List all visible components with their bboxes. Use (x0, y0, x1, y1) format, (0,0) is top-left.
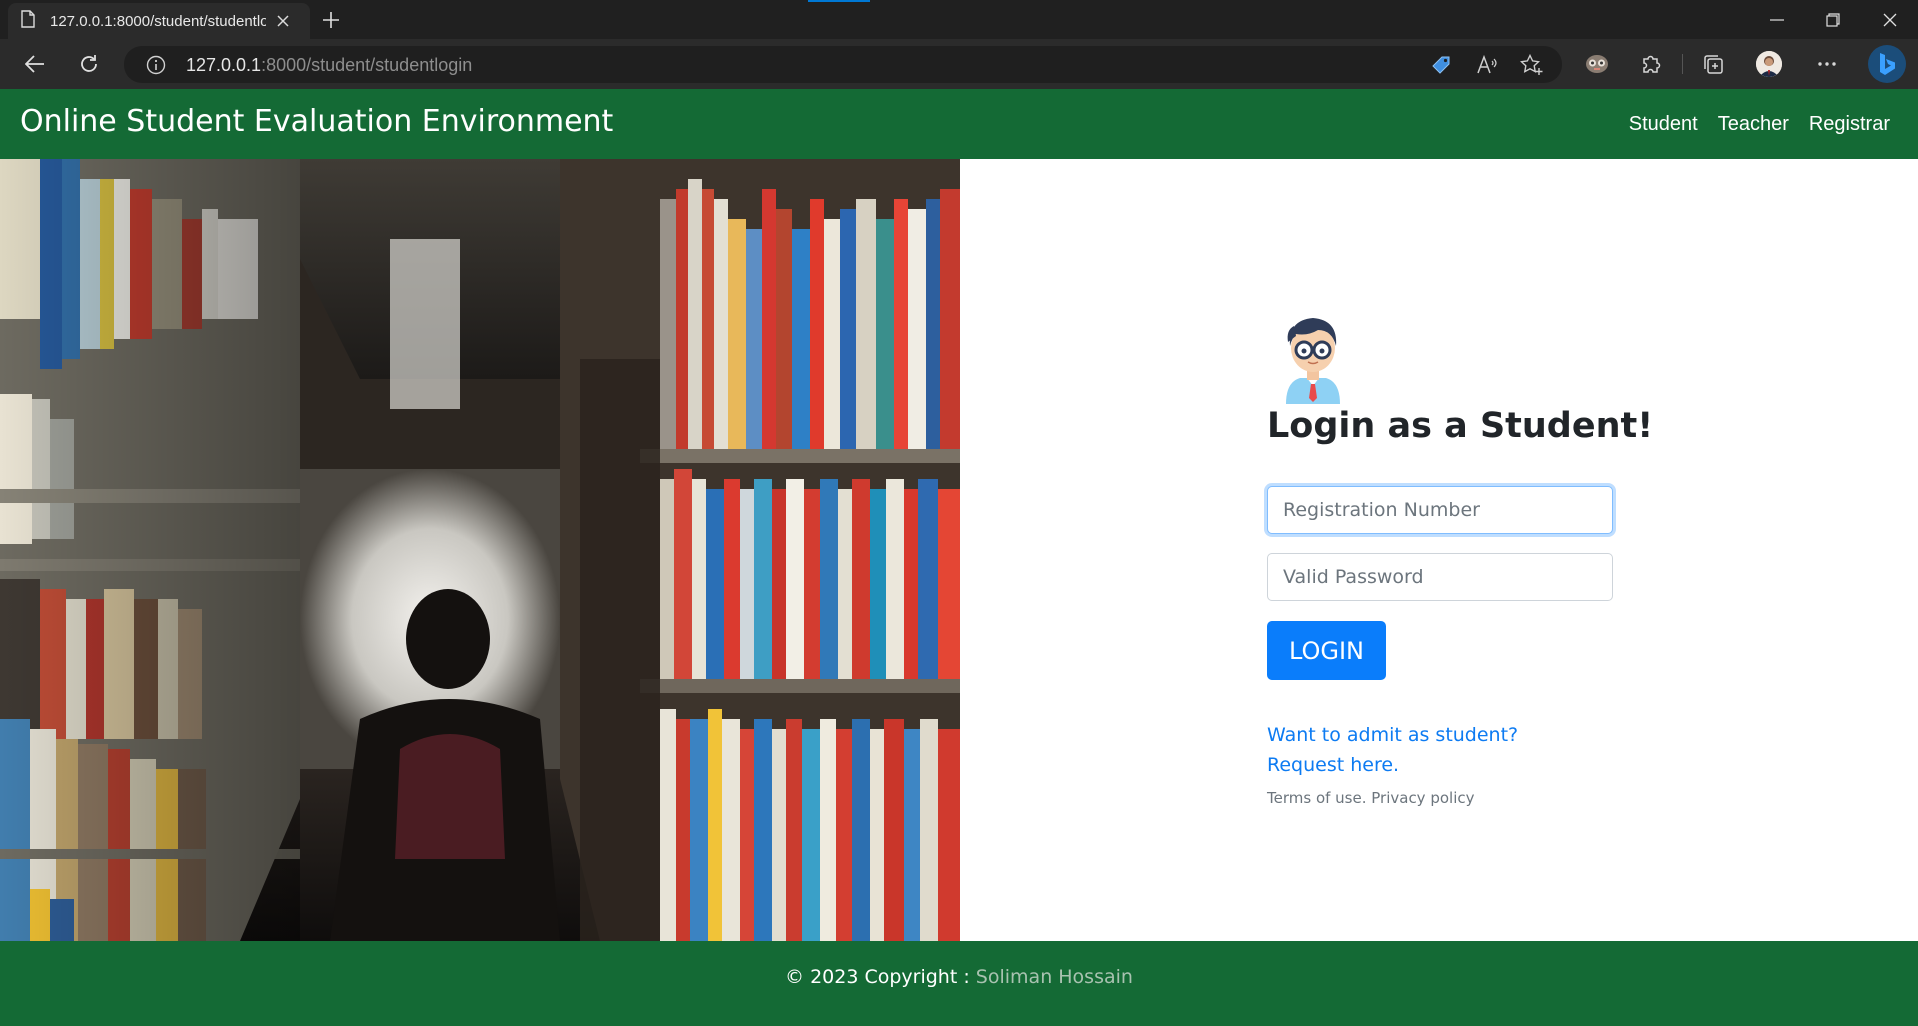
login-button[interactable]: LOGIN (1267, 621, 1386, 680)
request-here-link[interactable]: Request here. (1267, 754, 1399, 776)
site-navbar: Online Student Evaluation Environment St… (0, 89, 1918, 159)
favorite-icon[interactable] (1519, 53, 1544, 80)
close-icon[interactable] (274, 12, 292, 30)
tag-icon[interactable] (1430, 54, 1452, 80)
login-heading: Login as a Student! (1267, 406, 1654, 446)
site-footer: © 2023 Copyright : Soliman Hossain (0, 941, 1918, 1026)
library-hero-image (0, 159, 960, 941)
tab-title: 127.0.0.1:8000/student/studentlogin (50, 12, 266, 30)
browser-toolbar: 127.0.0.1:8000/student/studentlogin (0, 39, 1918, 89)
url-text[interactable]: 127.0.0.1:8000/student/studentlogin (186, 55, 472, 76)
page-icon (20, 10, 36, 32)
puzzle-icon[interactable] (1634, 47, 1668, 81)
restore-icon[interactable] (1805, 0, 1861, 39)
info-icon[interactable] (146, 55, 166, 79)
author-link[interactable]: Soliman Hossain (976, 966, 1133, 988)
collections-icon[interactable] (1696, 47, 1730, 81)
toolbar-separator (1682, 54, 1683, 74)
extension-icon[interactable] (1580, 47, 1614, 81)
password-input[interactable] (1267, 553, 1613, 601)
nav-link-registrar[interactable]: Registrar (1809, 113, 1890, 136)
library-aisle-illustration (0, 159, 960, 941)
profile-icon[interactable] (1752, 47, 1786, 81)
back-icon[interactable] (18, 47, 52, 81)
registration-number-input[interactable] (1267, 486, 1613, 534)
browser-tabbar: 127.0.0.1:8000/student/studentlogin (0, 0, 1918, 39)
window-accent (808, 0, 870, 2)
more-icon[interactable] (1810, 47, 1844, 81)
close-window-icon[interactable] (1862, 0, 1918, 39)
site-brand[interactable]: Online Student Evaluation Environment (20, 104, 613, 139)
address-bar[interactable]: 127.0.0.1:8000/student/studentlogin (124, 46, 1562, 83)
plus-icon[interactable] (316, 6, 346, 34)
nav-link-student[interactable]: Student (1629, 113, 1698, 136)
student-avatar-icon (1282, 310, 1344, 404)
browser-tab[interactable]: 127.0.0.1:8000/student/studentlogin (8, 3, 310, 39)
minimize-icon[interactable] (1749, 0, 1805, 39)
footer-copyright: © 2023 Copyright : Soliman Hossain (0, 966, 1918, 988)
bing-icon[interactable] (1868, 45, 1906, 83)
refresh-icon[interactable] (72, 47, 106, 81)
admit-request-link[interactable]: Want to admit as student? (1267, 724, 1518, 746)
login-panel (960, 159, 1918, 941)
nav-links: Student Teacher Registrar (1629, 113, 1890, 136)
read-aloud-icon[interactable] (1476, 54, 1498, 79)
copyright-text: © 2023 Copyright : (785, 966, 970, 988)
terms-privacy-text[interactable]: Terms of use. Privacy policy (1267, 789, 1475, 807)
nav-link-teacher[interactable]: Teacher (1718, 113, 1789, 136)
